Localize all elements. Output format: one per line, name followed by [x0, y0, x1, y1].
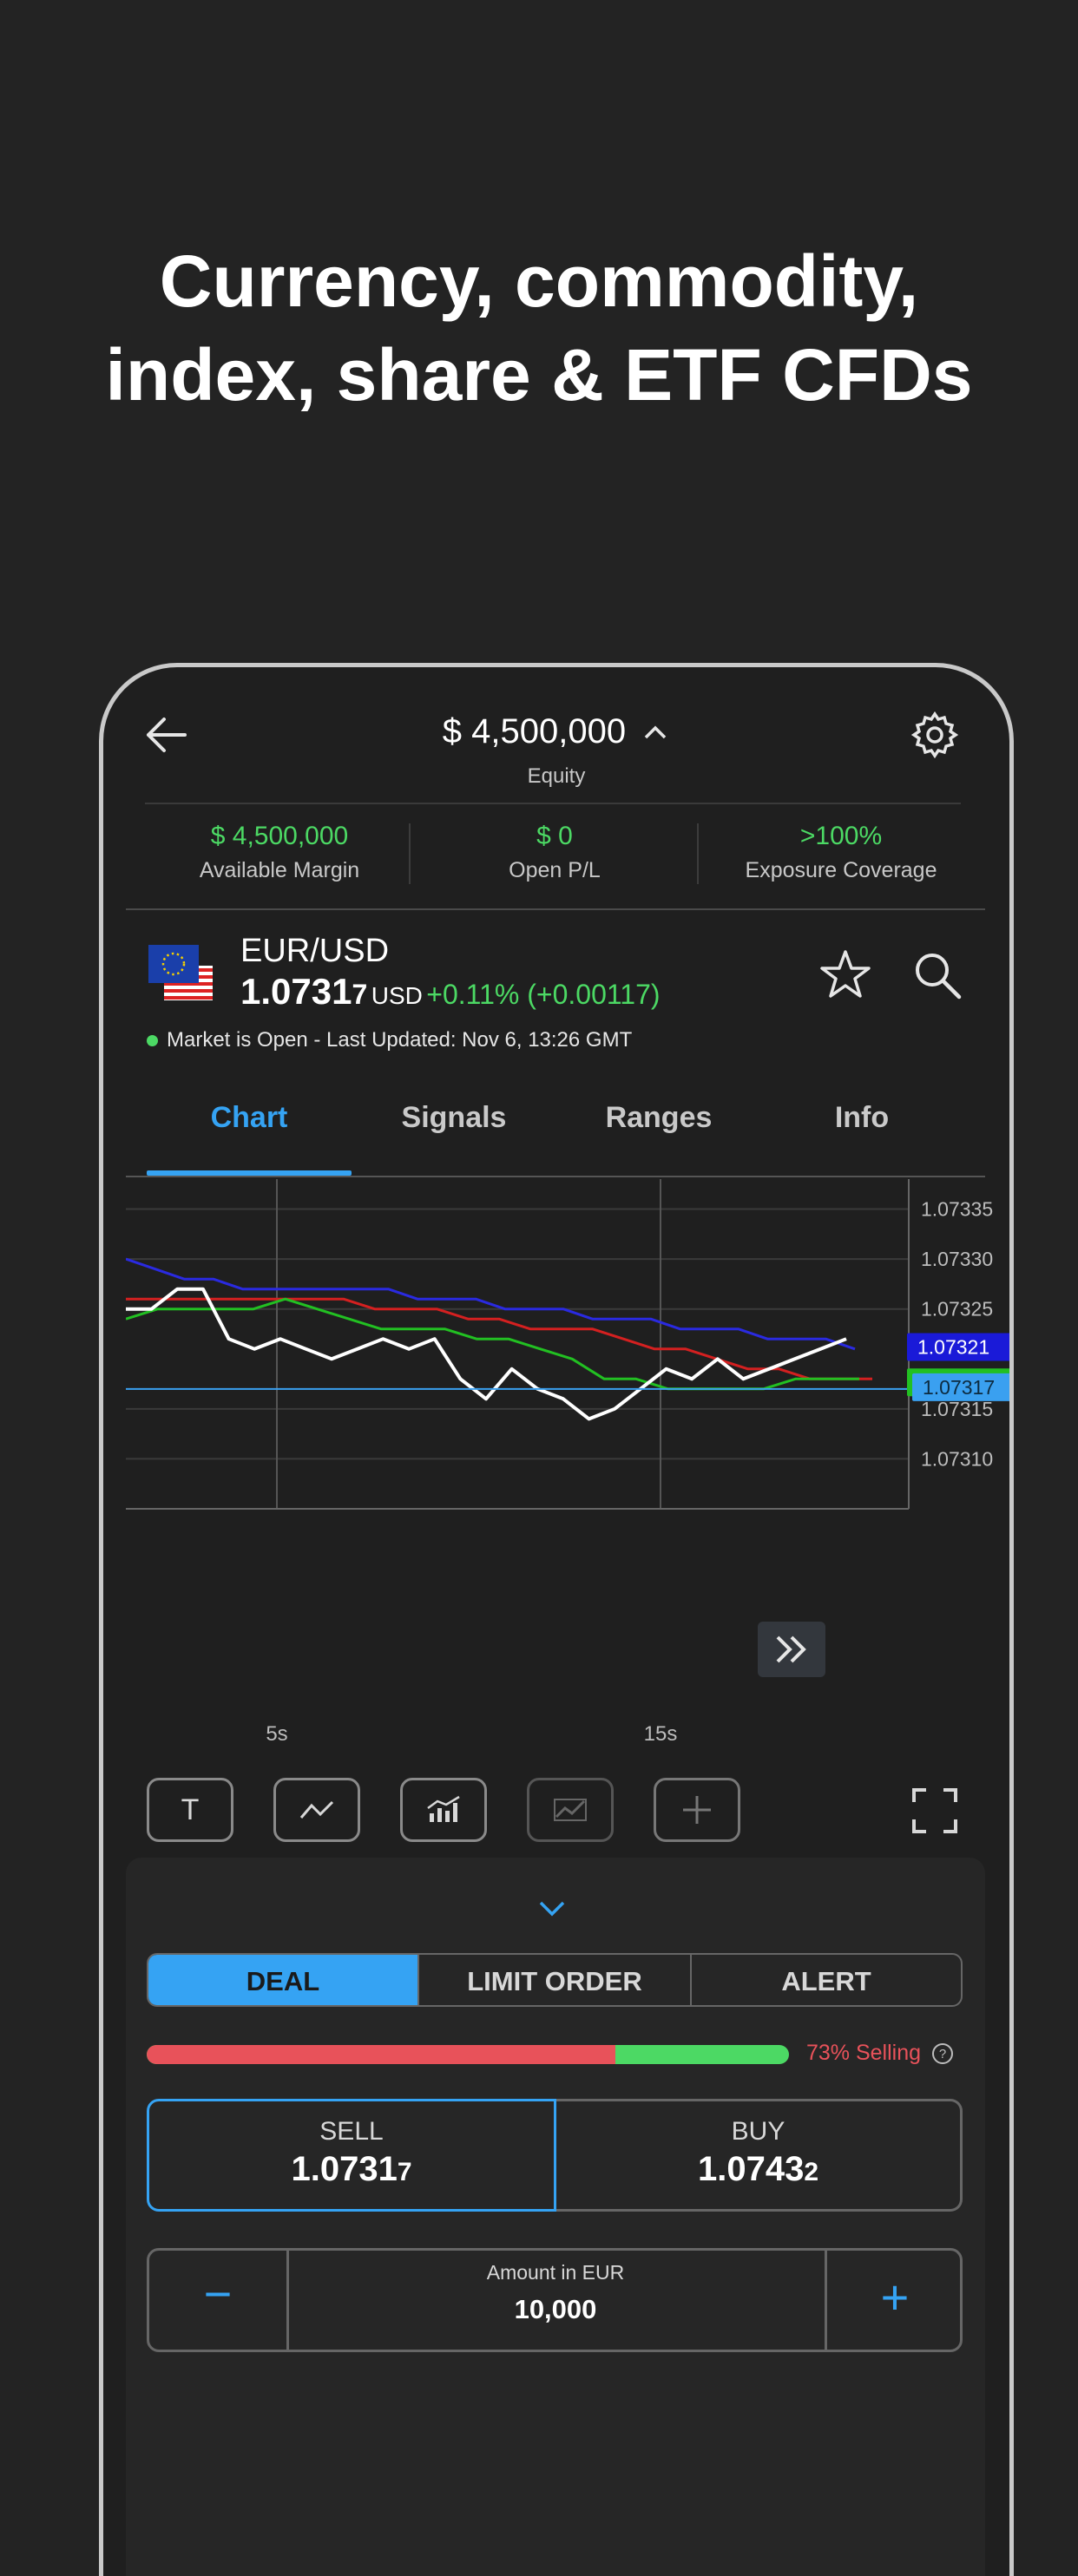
tab-info[interactable]: Info: [759, 1101, 964, 1135]
search-icon: [916, 954, 962, 1000]
equity-label: Equity: [527, 764, 586, 788]
stat-divider-1: [409, 823, 411, 884]
stats-divider: [126, 908, 985, 910]
segment-deal[interactable]: DEAL: [148, 1955, 417, 2005]
buy-price: 1.07432: [556, 2150, 960, 2189]
sell-price: 1.07317: [149, 2150, 554, 2189]
stat-divider-2: [697, 823, 699, 884]
fullscreen-button[interactable]: [910, 1786, 959, 1835]
chart-svg: 1.073351.073301.073251.073151.073101.073…: [125, 1179, 1009, 1510]
buy-price-main: 1.0743: [697, 2150, 805, 2188]
settings-button[interactable]: [909, 709, 961, 761]
promo-line-1: Currency, commodity,: [159, 240, 919, 322]
compare-chart-icon: [554, 1799, 587, 1821]
stat-exposure: >100% Exposure Coverage: [702, 822, 980, 883]
status-dot: [147, 1035, 158, 1046]
decrease-amount-button[interactable]: −: [149, 2251, 289, 2350]
x-tick-15s: 15s: [643, 1722, 678, 1746]
sell-price-pip: 7: [397, 2158, 412, 2186]
sentiment-text: 73% Selling: [806, 2041, 922, 2065]
promo-headline: Currency, commodity, index, share & ETF …: [0, 234, 1078, 422]
amount-label: Amount in EUR: [486, 2261, 625, 2284]
phone-frame: $ 4,500,000 Equity $ 4,500,000 Available…: [99, 663, 1014, 2576]
star-icon: [820, 950, 871, 998]
exposure-value: >100%: [799, 822, 883, 850]
double-chevron-right-icon: [776, 1635, 806, 1663]
instrument-change: +0.11% (+0.00117): [426, 979, 661, 1010]
stat-open-pl: $ 0 Open P/L: [416, 822, 693, 883]
sentiment-label: 73% Selling ?: [806, 2041, 955, 2066]
y-tick-label: 1.07335: [921, 1198, 993, 1221]
tab-ranges[interactable]: Ranges: [556, 1101, 761, 1135]
open-pl-label: Open P/L: [509, 858, 601, 882]
instrument-currency: USD: [371, 982, 423, 1009]
equity-summary[interactable]: $ 4,500,000: [103, 712, 1009, 751]
indicator-chart-icon: [427, 1795, 460, 1822]
buy-button[interactable]: BUY 1.07432: [556, 2099, 963, 2212]
tab-signals[interactable]: Signals: [352, 1101, 556, 1135]
text-tool-icon: T: [181, 1793, 200, 1826]
stat-available-margin: $ 4,500,000 Available Margin: [145, 822, 414, 883]
amount-stepper: − Amount in EUR 10,000 +: [147, 2248, 963, 2352]
y-tick-label: 1.07325: [921, 1298, 993, 1321]
instrument-price-pip: 7: [352, 979, 368, 1010]
increase-amount-button[interactable]: +: [825, 2251, 963, 2350]
equity-amount: $ 4,500,000: [442, 712, 627, 751]
gear-icon: [910, 711, 959, 759]
chevron-down-icon: [539, 1901, 565, 1917]
available-margin-label: Available Margin: [199, 858, 360, 882]
sell-label: SELL: [319, 2117, 384, 2146]
market-status-text: Market is Open - Last Updated: Nov 6, 13…: [167, 1028, 633, 1052]
chevron-up-icon: [644, 725, 667, 739]
text-tool-button[interactable]: T: [147, 1778, 233, 1842]
available-margin-value: $ 4,500,000: [210, 822, 349, 850]
line-tool-icon: [299, 1800, 334, 1819]
market-status: Market is Open - Last Updated: Nov 6, 13…: [147, 1028, 632, 1052]
amount-input[interactable]: 10,000: [286, 2294, 825, 2325]
open-pl-value: $ 0: [536, 822, 573, 850]
crosshair-tool-button[interactable]: [654, 1778, 740, 1842]
instrument-price-row: 1.07317 USD +0.11% (+0.00117): [240, 971, 661, 1013]
price-chart[interactable]: 1.07335 1.07330 1.07325 1.07315 1.07310 1.073…: [125, 1179, 1009, 1552]
svg-text:?: ?: [939, 2047, 946, 2061]
sentiment-selling-fill: [147, 2045, 616, 2064]
exposure-label: Exposure Coverage: [745, 858, 937, 882]
eu-us-flag-icon: [147, 941, 216, 1011]
line-tool-button[interactable]: [273, 1778, 360, 1842]
compare-tool-button[interactable]: [527, 1778, 614, 1842]
tabs-divider: [126, 1176, 985, 1177]
sell-price-main: 1.0731: [291, 2150, 398, 2188]
question-circle-icon[interactable]: ?: [930, 2042, 955, 2066]
buy-label: BUY: [731, 2117, 785, 2146]
series-line: [125, 1257, 856, 1351]
tab-chart[interactable]: Chart: [147, 1101, 352, 1135]
instrument-price: 1.0731: [240, 971, 352, 1012]
price-tag-label: 1.07317: [923, 1376, 995, 1399]
y-tick-label: 1.07330: [921, 1248, 993, 1270]
collapse-panel-button[interactable]: [530, 1892, 574, 1927]
price-tag-label: 1.07321: [917, 1335, 989, 1358]
buy-price-pip: 2: [804, 2158, 819, 2186]
segment-limit-order[interactable]: LIMIT ORDER: [417, 1955, 692, 2005]
sentiment-bar: [147, 2045, 789, 2064]
segment-alert[interactable]: ALERT: [692, 1955, 961, 2005]
indicator-tool-button[interactable]: [400, 1778, 487, 1842]
promo-line-2: index, share & ETF CFDs: [105, 334, 973, 416]
header-divider: [145, 803, 961, 804]
search-button[interactable]: [909, 947, 966, 1004]
favorite-button[interactable]: [817, 947, 874, 1004]
crosshair-plus-icon: [683, 1796, 711, 1824]
scroll-to-latest-button[interactable]: [758, 1622, 825, 1677]
y-tick-label: 1.07310: [921, 1447, 993, 1470]
x-tick-5s: 5s: [266, 1722, 288, 1746]
sell-button[interactable]: SELL 1.07317: [147, 2099, 556, 2212]
instrument-pair: EUR/USD: [240, 933, 390, 969]
order-type-segmented: DEAL LIMIT ORDER ALERT: [147, 1953, 963, 2007]
fullscreen-icon: [912, 1788, 957, 1833]
